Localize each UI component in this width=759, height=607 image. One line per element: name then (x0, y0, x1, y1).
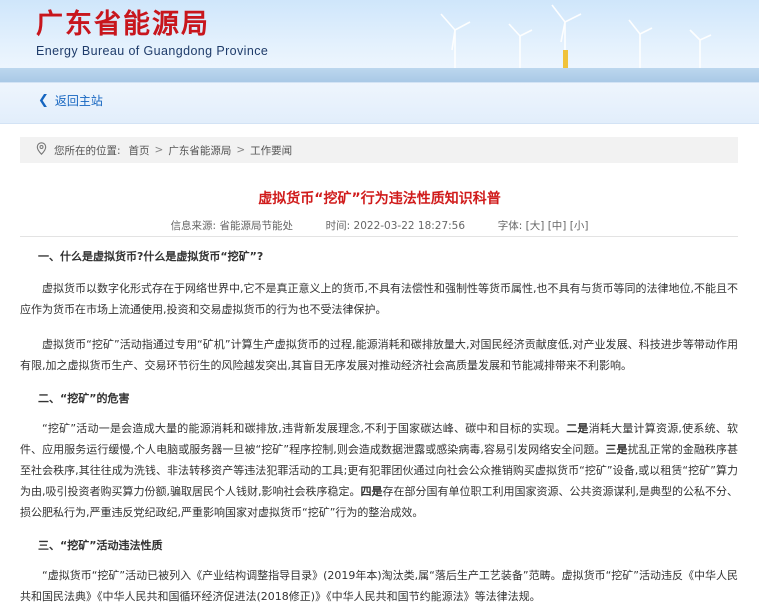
header-banner: 广东省能源局 Energy Bureau of Guangdong Provin… (0, 0, 759, 82)
site-subtitle: Energy Bureau of Guangdong Province (36, 44, 269, 58)
breadcrumb-separator: > (154, 144, 164, 156)
chevron-left-icon: ❮ (38, 93, 49, 108)
source-value: 省能源局节能处 (219, 220, 293, 232)
location-pin-icon (36, 142, 54, 158)
sea-strip (0, 68, 759, 82)
back-label: 返回主站 (54, 94, 103, 108)
p3-label-3: 三是 (605, 443, 628, 456)
paragraph-4: “虚拟货币“挖矿”活动已被列入《产业结构调整指导目录》(2019年本)淘汰类,属… (20, 569, 738, 603)
p3-label-2: 二是 (566, 422, 589, 435)
paragraph-1: 虚拟货币以数字化形式存在于网络世界中,它不是真正意义上的货币,不具有法偿性和强制… (20, 282, 738, 316)
section-heading-3: 三、“挖矿”活动违法性质 (38, 539, 163, 552)
article-title: 虚拟货币“挖矿”行为违法性质知识科普 (258, 191, 501, 207)
article-body: 一、什么是虚拟货币?什么是虚拟货币“挖矿”? 虚拟货币以数字化形式存在于网络世界… (20, 248, 738, 607)
section-heading-1: 一、什么是虚拟货币?什么是虚拟货币“挖矿”? (38, 250, 264, 263)
breadcrumb: 您所在的位置: 首页 > 广东省能源局 > 工作要闻 (20, 137, 738, 163)
breadcrumb-separator: > (236, 144, 246, 156)
breadcrumb-news[interactable]: 工作要闻 (250, 143, 292, 158)
breadcrumb-prefix: 您所在的位置: (54, 144, 121, 157)
breadcrumb-bureau[interactable]: 广东省能源局 (168, 143, 231, 158)
site-title: 广东省能源局 (36, 9, 210, 40)
p3-part-a: “挖矿”活动一是会造成大量的能源消耗和碳排放,违背新发展理念,不利于国家碳达峰、… (42, 422, 567, 435)
article-meta: 信息来源: 省能源局节能处 时间: 2022-03-22 18:27:56 字体… (0, 218, 759, 233)
source-label: 信息来源: (170, 220, 217, 232)
breadcrumb-home[interactable]: 首页 (129, 143, 150, 158)
paragraph-2: 虚拟货币“挖矿”活动指通过专用“矿机”计算生产虚拟货币的过程,能源消耗和碳排放量… (20, 338, 738, 372)
site-logo[interactable]: 广东省能源局 Energy Bureau of Guangdong Provin… (36, 4, 268, 58)
font-size-medium[interactable]: [中] (548, 220, 567, 232)
paragraph-3: “挖矿”活动一是会造成大量的能源消耗和碳排放,违背新发展理念,不利于国家碳达峰、… (20, 418, 738, 523)
p3-label-4: 四是 (360, 485, 383, 498)
font-size-label: 字体: (497, 220, 523, 232)
time-label: 时间: (325, 220, 351, 232)
time-value: 2022-03-22 18:27:56 (353, 220, 466, 232)
font-size-small[interactable]: [小] (570, 220, 589, 232)
section-heading-2: 二、“挖矿”的危害 (38, 392, 130, 405)
nav-bar (0, 82, 759, 124)
font-size-large[interactable]: [大] (526, 220, 545, 232)
divider (20, 236, 738, 237)
back-to-main-link[interactable]: ❮ 返回主站 (38, 92, 103, 109)
